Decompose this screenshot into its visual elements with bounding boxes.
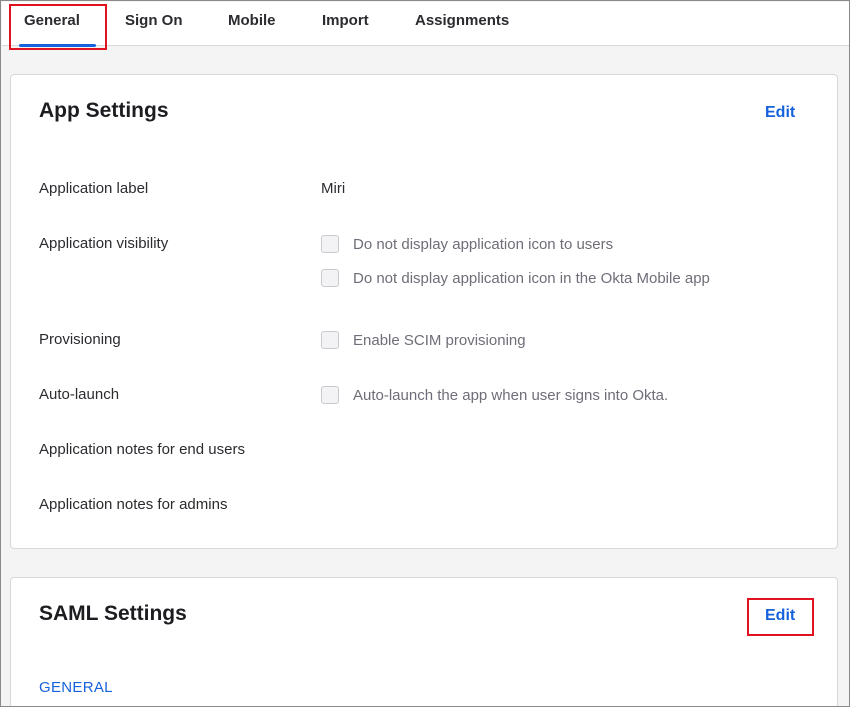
auto-launch-label: Auto-launch [39,386,120,403]
saml-settings-title: SAML Settings [39,602,187,625]
auto-launch-checkbox[interactable] [321,386,339,404]
app-settings-title: App Settings [39,99,169,122]
hide-icon-users-text: Do not display application icon to users [353,235,614,253]
scim-provisioning-text: Enable SCIM provisioning [353,331,526,349]
saml-general-section-link[interactable]: GENERAL [39,679,113,696]
saml-settings-card: SAML Settings Edit GENERAL [10,577,838,706]
scim-provisioning-checkbox[interactable] [321,331,339,349]
provisioning-label: Provisioning [39,331,121,348]
hide-icon-mobile-checkbox[interactable] [321,269,339,287]
app-settings-card: App Settings Edit Application label Miri… [10,74,838,549]
tab-sign-on[interactable]: Sign On [125,2,183,46]
tab-general[interactable]: General [19,2,96,47]
tab-mobile[interactable]: Mobile [228,2,276,46]
visibility-option-hide-users: Do not display application icon to users [321,234,613,254]
tab-import[interactable]: Import [322,2,369,46]
app-settings-edit-button[interactable]: Edit [765,104,795,122]
tab-bar: General Sign On Mobile Import Assignment… [2,2,849,47]
provisioning-option: Enable SCIM provisioning [321,330,526,350]
app-general-page: General Sign On Mobile Import Assignment… [0,0,850,707]
hide-icon-users-checkbox[interactable] [321,235,339,253]
auto-launch-text: Auto-launch the app when user signs into… [353,386,669,404]
visibility-option-hide-mobile: Do not display application icon in the O… [321,268,710,288]
auto-launch-option: Auto-launch the app when user signs into… [321,385,668,405]
tab-assignments[interactable]: Assignments [415,2,509,46]
saml-settings-edit-button[interactable]: Edit [765,607,795,625]
application-visibility-label: Application visibility [39,235,169,252]
hide-icon-mobile-text: Do not display application icon in the O… [353,269,710,287]
application-label-label: Application label [39,180,149,197]
application-label-value: Miri [321,180,346,197]
notes-end-users-label: Application notes for end users [39,441,245,458]
notes-admins-label: Application notes for admins [39,496,228,513]
